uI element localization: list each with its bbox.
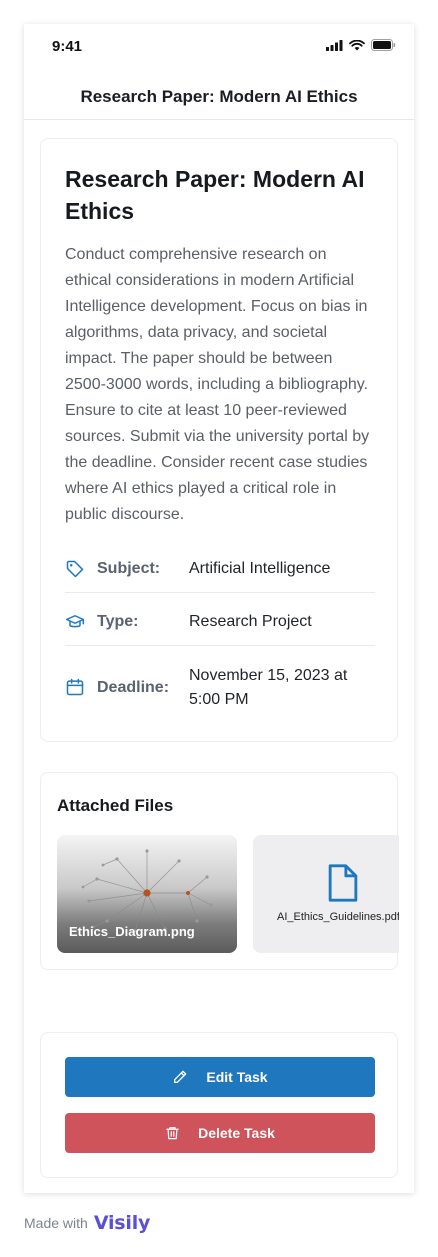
delete-task-button[interactable]: Delete Task [65,1113,375,1153]
visily-logo: Visily [93,1212,151,1234]
graduation-cap-icon [65,615,85,628]
file-tile-image[interactable]: Ethics_Diagram.png [57,835,237,953]
file-name-document: AI_Ethics_Guidelines.pdf [277,911,399,923]
pencil-icon [174,1070,187,1083]
attached-files-card: Attached Files Ethics_Diagram.png AI_Eth… [40,772,399,970]
nav-bar: Research Paper: Modern AI Ethics [24,70,414,120]
meta-value-type: Research Project [189,613,312,630]
meta-value-subject: Artificial Intelligence [189,560,331,577]
status-icons [326,39,396,51]
edit-task-label: Edit Task [206,1069,268,1085]
made-with-text: Made with [24,1215,88,1231]
calendar-icon [66,678,84,696]
tag-icon [66,560,84,578]
meta-row-type: Type: Research Project [65,606,375,646]
meta-row-subject: Subject: Artificial Intelligence [65,553,375,593]
meta-row-deadline: Deadline: November 15, 2023 at 5:00 PM [65,661,375,721]
file-name-image: Ethics_Diagram.png [69,924,195,939]
meta-label-deadline: Deadline: [97,679,170,696]
phone-frame: 9:41 Research Paper: Modern AI Ethics Re… [24,24,414,1193]
battery-icon [371,39,396,51]
meta-value-deadline: November 15, 2023 at 5:00 PM [189,667,348,708]
signal-icon [326,39,343,51]
meta-label-subject: Subject: [97,560,161,577]
status-time: 9:41 [52,38,83,55]
wifi-icon [349,39,365,50]
task-title: Research Paper: Modern AI Ethics [65,166,365,224]
actions-card: Edit Task Delete Task [40,1032,398,1178]
file-icon [328,864,358,902]
task-details-card: Research Paper: Modern AI Ethics Conduct… [40,138,398,742]
trash-icon [166,1127,179,1140]
nav-title: Research Paper: Modern AI Ethics [80,87,358,106]
meta-label-type: Type: [97,613,139,630]
made-with-footer[interactable]: Made with Visily [24,1208,150,1238]
status-bar: 9:41 [24,24,414,70]
edit-task-button[interactable]: Edit Task [65,1057,375,1097]
files-strip[interactable]: Ethics_Diagram.png AI_Ethics_Guidelines.… [57,835,399,953]
file-tile-document[interactable]: AI_Ethics_Guidelines.pdf [253,835,399,953]
delete-task-label: Delete Task [198,1125,275,1141]
task-description: Conduct comprehensive research on ethica… [65,246,370,523]
attached-files-title: Attached Files [57,796,174,815]
